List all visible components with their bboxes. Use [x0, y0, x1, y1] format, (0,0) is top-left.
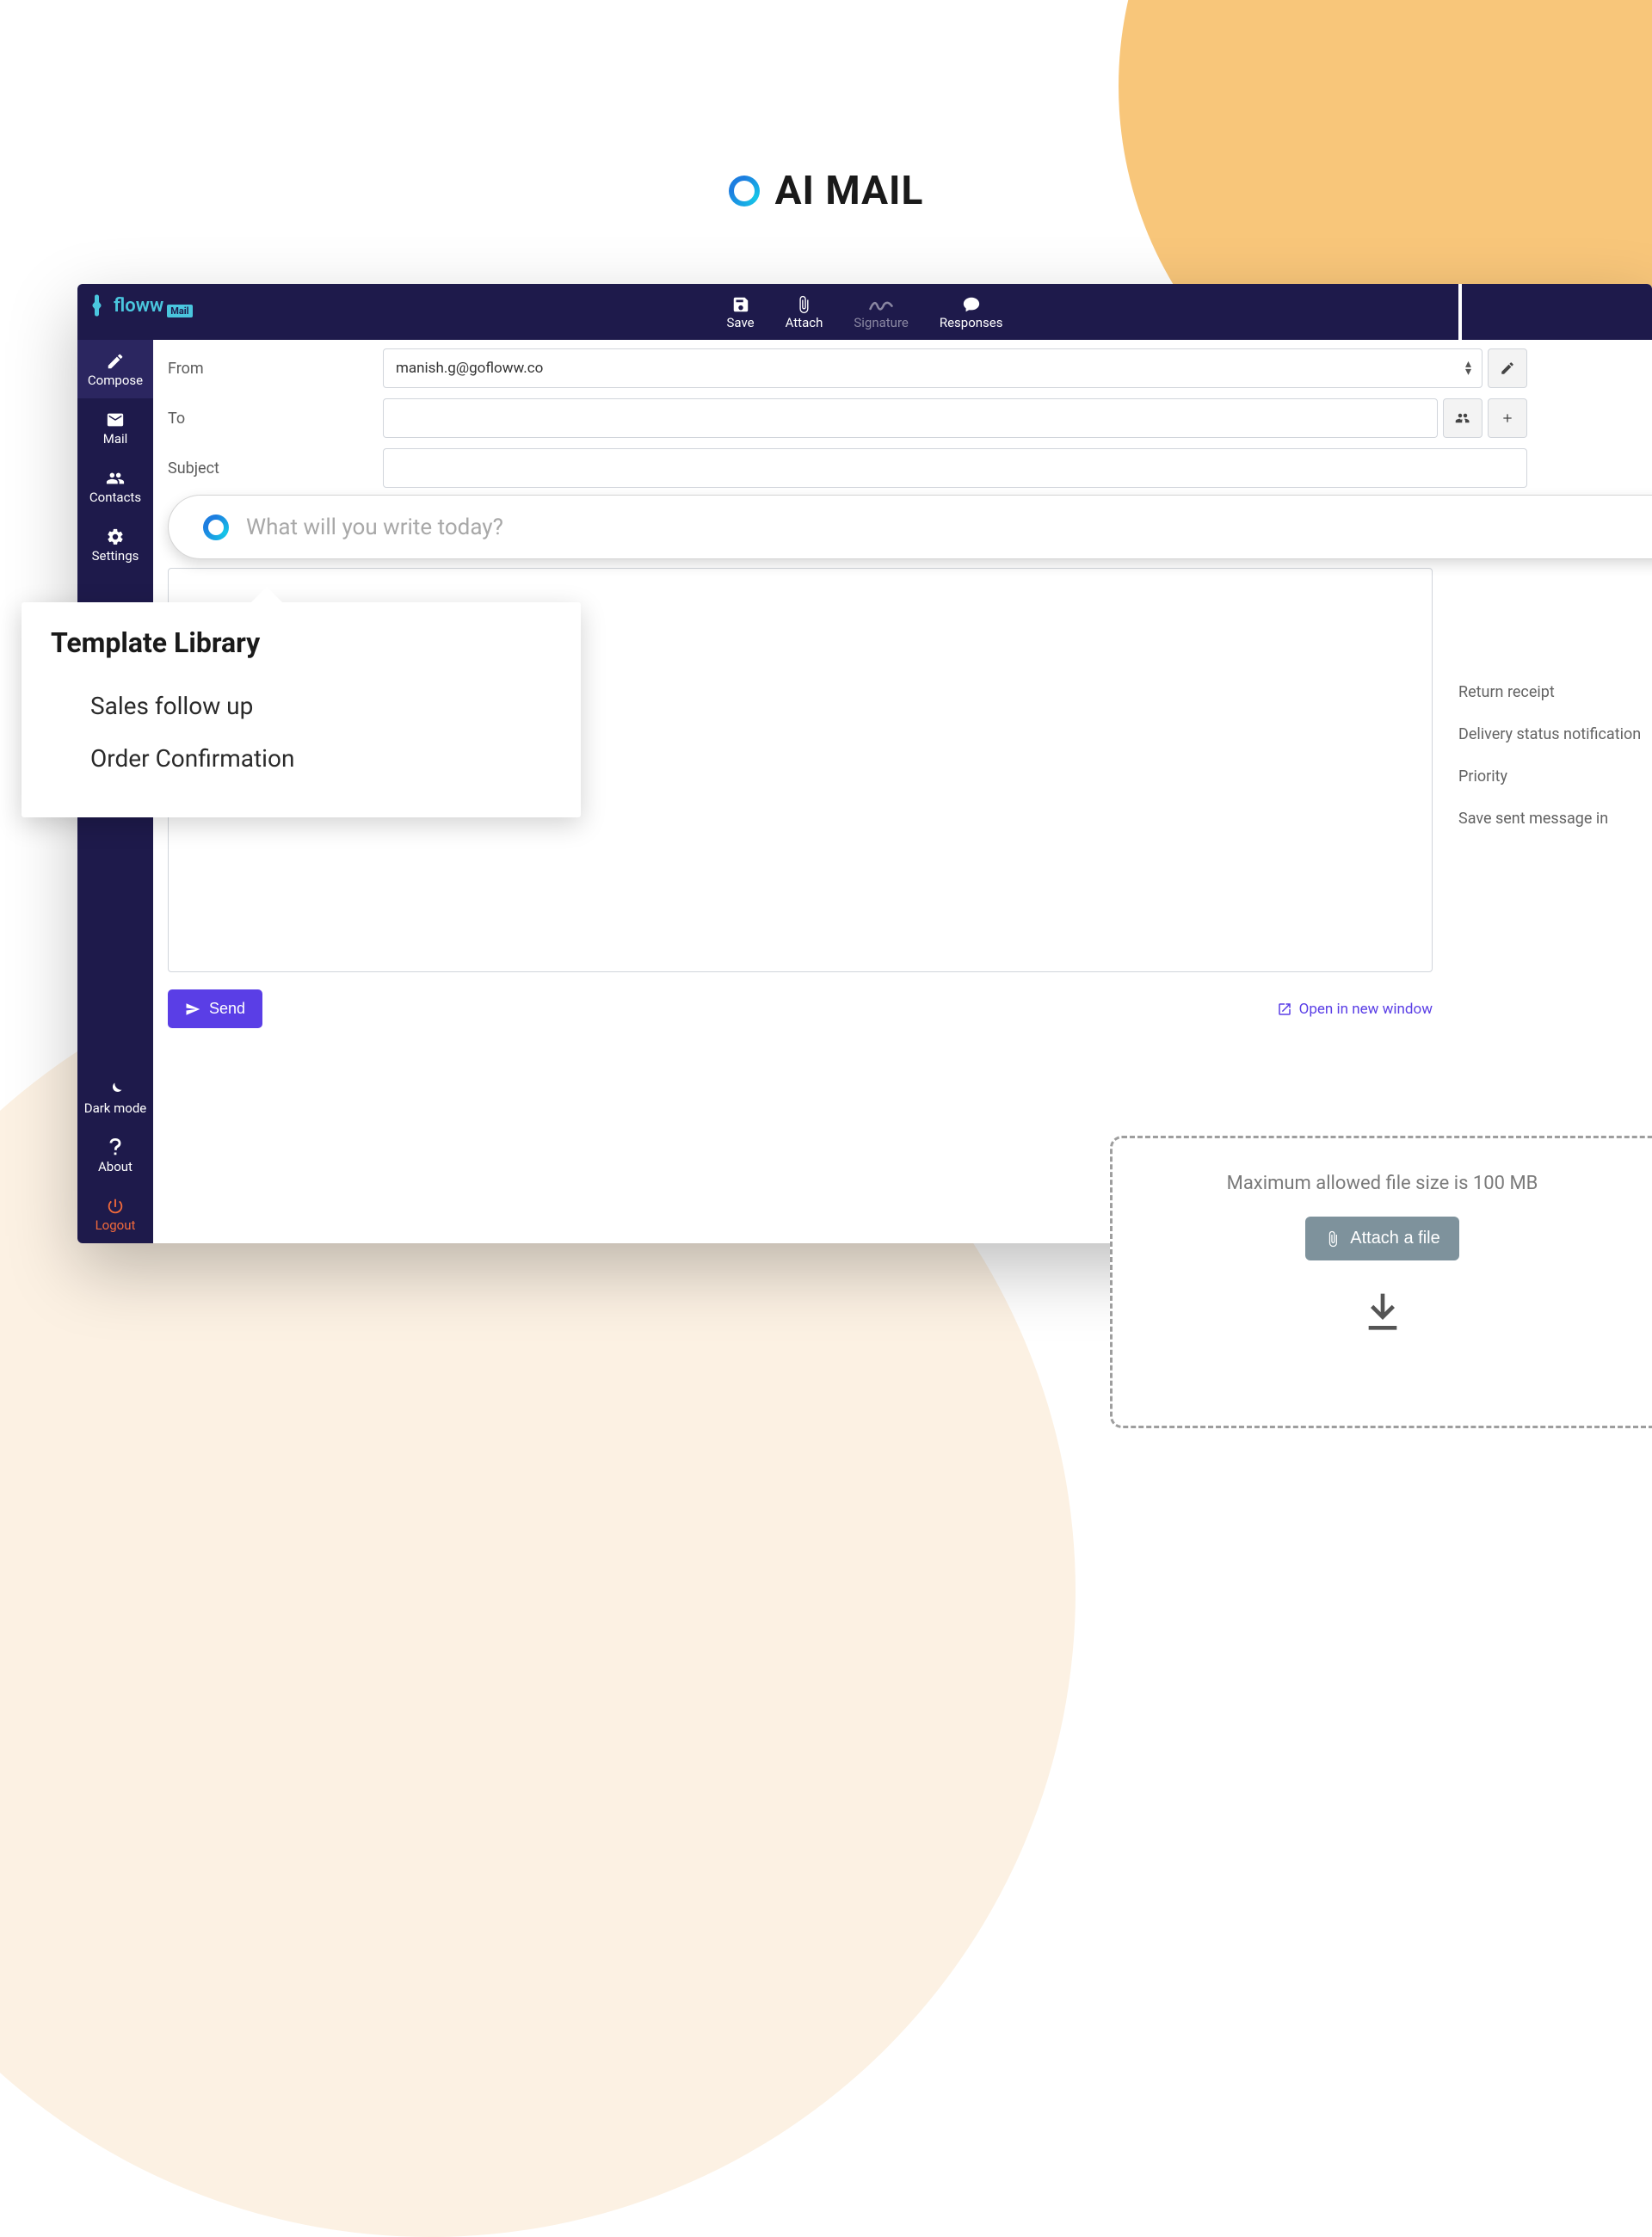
logo-icon [86, 293, 112, 318]
edit-from-button[interactable] [1488, 348, 1527, 388]
attach-button[interactable]: Attach [770, 294, 839, 330]
attach-label: Attach [786, 315, 823, 330]
send-label: Send [209, 1000, 245, 1018]
sidebar-item-about[interactable]: About [77, 1126, 153, 1185]
power-icon [77, 1195, 153, 1217]
signature-button[interactable]: Signature [838, 294, 924, 330]
toolbar-divider [1458, 284, 1462, 340]
template-library-title: Template Library [51, 626, 552, 659]
logout-label: Logout [77, 1217, 153, 1233]
question-icon [77, 1137, 153, 1159]
pencil-icon [1500, 361, 1515, 376]
template-item-order[interactable]: Order Confirmation [51, 732, 552, 785]
mail-label: Mail [77, 431, 153, 447]
ai-circle-icon [729, 176, 760, 206]
open-new-icon [1277, 1001, 1292, 1017]
contacts-label: Contacts [77, 490, 153, 505]
page-title: AI MAIL [775, 168, 924, 214]
option-priority[interactable]: Priority [1458, 755, 1652, 798]
ai-placeholder: What will you write today? [246, 515, 503, 540]
logo-badge: Mail [167, 305, 192, 317]
logo-text: floww [114, 295, 163, 317]
subject-input[interactable] [383, 448, 1527, 488]
user-plus-icon [1454, 410, 1471, 426]
gear-icon [77, 526, 153, 548]
edit-icon [77, 350, 153, 373]
template-library-popup: Template Library Sales follow up Order C… [22, 602, 581, 817]
add-contacts-button[interactable] [1443, 398, 1482, 438]
attach-file-button[interactable]: Attach a file [1305, 1217, 1459, 1260]
subject-label: Subject [168, 459, 383, 478]
from-select[interactable]: manish.g@gofloww.co ▴▾ [383, 348, 1482, 388]
open-new-window-link[interactable]: Open in new window [1277, 1001, 1433, 1018]
page-header: AI MAIL [0, 168, 1652, 214]
signature-icon [868, 294, 894, 315]
to-row: To [168, 398, 1527, 438]
save-label: Save [727, 315, 755, 330]
from-label: From [168, 360, 383, 378]
signature-label: Signature [854, 315, 909, 330]
sidebar-item-darkmode[interactable]: Dark mode [77, 1068, 153, 1126]
subject-row: Subject [168, 448, 1527, 488]
open-new-label: Open in new window [1299, 1001, 1433, 1018]
comment-icon [962, 294, 981, 315]
toolbar-actions: Save Attach Signature Responses [712, 294, 1019, 330]
sidebar-item-logout[interactable]: Logout [77, 1185, 153, 1243]
top-toolbar: floww Mail Save Attach Signature [77, 284, 1652, 340]
sidebar-item-compose[interactable]: Compose [77, 340, 153, 398]
updown-icon: ▴▾ [1465, 361, 1471, 376]
attach-button-label: Attach a file [1350, 1229, 1440, 1248]
paper-plane-icon [185, 1001, 200, 1017]
about-label: About [77, 1159, 153, 1174]
download-icon [1359, 1290, 1407, 1338]
attach-dropzone[interactable]: Maximum allowed file size is 100 MB Atta… [1110, 1136, 1652, 1428]
paperclip-icon [1324, 1230, 1341, 1248]
settings-label: Settings [77, 548, 153, 564]
to-label: To [168, 410, 383, 428]
sidebar-item-contacts[interactable]: Contacts [77, 457, 153, 515]
app-logo: floww Mail [86, 293, 193, 318]
responses-label: Responses [940, 315, 1003, 330]
sidebar-item-settings[interactable]: Settings [77, 515, 153, 574]
envelope-icon [77, 409, 153, 431]
send-row: Send Open in new window [168, 989, 1433, 1028]
moon-icon [77, 1078, 153, 1100]
option-return-receipt[interactable]: Return receipt [1458, 671, 1652, 713]
add-recipient-button[interactable] [1488, 398, 1527, 438]
send-button[interactable]: Send [168, 989, 262, 1028]
compose-form: From manish.g@gofloww.co ▴▾ To [168, 348, 1527, 498]
users-icon [77, 467, 153, 490]
responses-button[interactable]: Responses [924, 294, 1019, 330]
option-save-sent[interactable]: Save sent message in [1458, 798, 1652, 840]
from-row: From manish.g@gofloww.co ▴▾ [168, 348, 1527, 388]
ai-prompt-bar[interactable]: What will you write today? [168, 495, 1652, 559]
sidebar-item-mail[interactable]: Mail [77, 398, 153, 457]
save-button[interactable]: Save [712, 294, 770, 330]
template-item-sales[interactable]: Sales follow up [51, 680, 552, 732]
attach-info-text: Maximum allowed file size is 100 MB [1227, 1173, 1538, 1194]
option-delivery-status[interactable]: Delivery status notification [1458, 713, 1652, 755]
compose-label: Compose [77, 373, 153, 388]
compose-options: Return receipt Delivery status notificat… [1458, 671, 1652, 840]
to-input[interactable] [383, 398, 1438, 438]
plus-icon [1501, 411, 1514, 425]
save-icon [731, 294, 750, 315]
from-value: manish.g@gofloww.co [396, 360, 543, 377]
paperclip-icon [794, 294, 813, 315]
darkmode-label: Dark mode [77, 1100, 153, 1116]
ai-circle-icon [203, 515, 229, 540]
